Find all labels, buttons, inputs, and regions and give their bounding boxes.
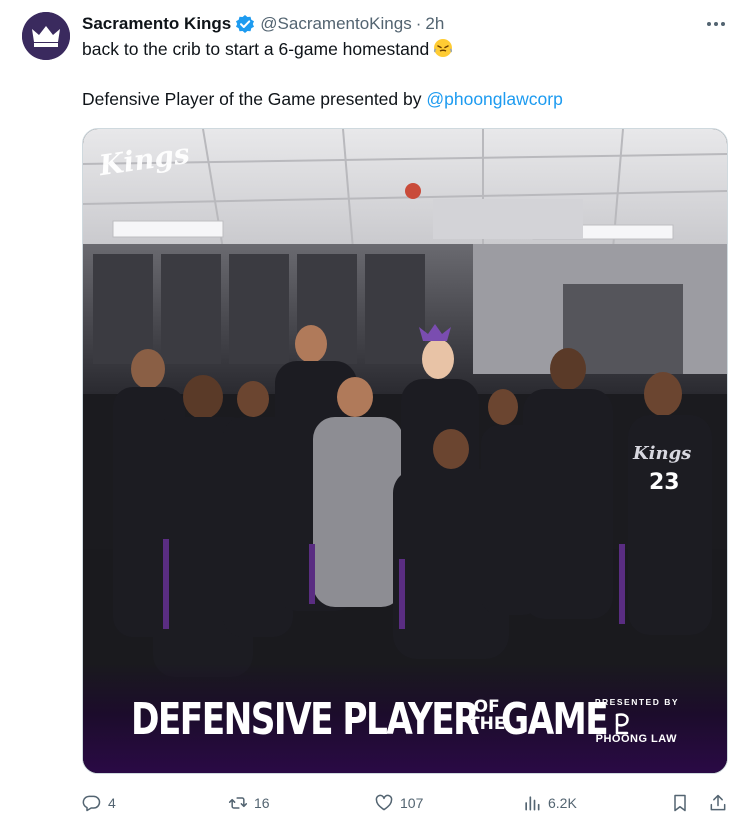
- share-button[interactable]: [708, 790, 728, 816]
- tweet: Sacramento Kings @SacramentoKings · 2h b…: [0, 0, 746, 821]
- views-icon: [525, 796, 540, 811]
- bookmark-icon: [674, 794, 686, 812]
- views-button[interactable]: 6.2K: [522, 790, 577, 816]
- view-count: 6.2K: [548, 795, 577, 811]
- steaming-face-emoji-icon: [433, 38, 453, 58]
- verified-badge-icon: [235, 14, 255, 34]
- avatar[interactable]: [22, 12, 70, 60]
- mention-link[interactable]: @phoonglawcorp: [426, 89, 562, 109]
- like-button[interactable]: 107: [374, 790, 423, 816]
- kings-crown-logo: [22, 12, 70, 60]
- retweet-count: 16: [254, 795, 270, 811]
- sponsor-name: PHOONG LAW: [595, 733, 677, 745]
- tweet-line-1: back to the crib to start a 6-game homes…: [82, 39, 430, 59]
- reply-count: 4: [108, 795, 116, 811]
- dpog-banner: DEFENSIVE PLAYER OF THE GAME PRESENTED B…: [83, 663, 727, 773]
- presented-by-label: PRESENTED BY: [594, 697, 679, 707]
- jersey-text: Kings: [632, 443, 691, 464]
- retweet-button[interactable]: 16: [228, 790, 270, 816]
- phoong-law-logo-icon: [609, 711, 635, 735]
- timestamp[interactable]: 2h: [425, 14, 444, 34]
- retweet-icon: [228, 797, 248, 809]
- more-icon[interactable]: [704, 12, 728, 36]
- separator-dot: ·: [415, 14, 422, 33]
- like-count: 107: [400, 795, 424, 811]
- author-handle[interactable]: @SacramentoKings: [260, 14, 411, 34]
- banner-the: THE: [468, 714, 506, 734]
- jersey-number: 23: [649, 470, 680, 495]
- tweet-line-2: Defensive Player of the Game presented b…: [82, 89, 427, 109]
- tweet-text: back to the crib to start a 6-game homes…: [82, 37, 726, 112]
- tweet-header: Sacramento Kings @SacramentoKings · 2h: [82, 13, 686, 35]
- banner-title: DEFENSIVE PLAYER: [131, 694, 480, 745]
- tweet-actions: 4 16 107 6.2K: [82, 790, 728, 818]
- banner-of-the: OF THE: [468, 699, 505, 733]
- share-icon: [710, 794, 726, 811]
- author-name[interactable]: Sacramento Kings: [82, 14, 231, 34]
- like-icon: [375, 794, 393, 811]
- tweet-media-image[interactable]: 23 Kings Kings DEFENSIVE PLAYER OF THE G…: [82, 128, 728, 774]
- reply-button[interactable]: 4: [82, 790, 116, 816]
- bookmark-button[interactable]: [670, 790, 690, 816]
- reply-icon: [82, 795, 101, 812]
- banner-game: GAME: [501, 694, 609, 745]
